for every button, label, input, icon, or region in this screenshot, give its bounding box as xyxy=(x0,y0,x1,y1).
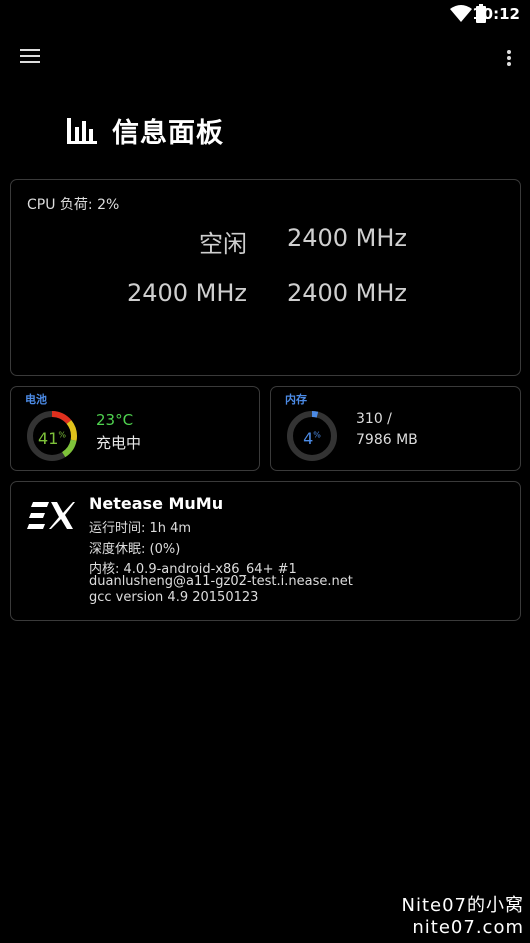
cpu-card[interactable]: CPU 负荷: 2% 空闲 2400 MHz 2400 MHz 2400 MHz xyxy=(10,179,521,376)
memory-total: 7986 MB xyxy=(356,432,418,448)
page-header: 信息面板 xyxy=(66,110,224,150)
deep-sleep-text: 深度休眠: (0%) xyxy=(89,542,181,557)
watermark-line2: nite07.com xyxy=(412,917,524,938)
memory-used: 310 / xyxy=(356,411,392,427)
status-bar: 10:12 xyxy=(0,0,530,30)
cpu-core-0: 空闲 xyxy=(199,230,247,258)
memory-label: 内存 xyxy=(285,393,307,406)
ex-logo-icon xyxy=(27,502,75,529)
menu-icon[interactable] xyxy=(20,47,42,65)
cpu-load-label: CPU 负荷: 2% xyxy=(27,197,120,213)
cpu-core-2: 2400 MHz xyxy=(126,279,247,307)
battery-card[interactable]: 电池 41% 23°C 充电中 xyxy=(10,386,260,471)
more-options-icon[interactable] xyxy=(504,46,514,68)
memory-percent: 4% xyxy=(303,429,321,448)
battery-percent: 41% xyxy=(38,429,66,448)
cpu-core-1: 2400 MHz xyxy=(286,224,407,252)
status-time: 10:12 xyxy=(472,5,520,23)
page-title: 信息面板 xyxy=(112,117,224,149)
bar-chart-icon xyxy=(67,118,97,144)
watermark: Nite07的小窝 nite07.com xyxy=(401,895,524,939)
kernel-builder-text: duanlusheng@a11-gz02-test.i.nease.net xyxy=(89,574,353,589)
gcc-version-text: gcc version 4.9 20150123 xyxy=(89,590,259,605)
system-info-card[interactable]: Netease MuMu 运行时间: 1h 4m 深度休眠: (0%) 内核: … xyxy=(10,481,521,621)
uptime-text: 运行时间: 1h 4m xyxy=(89,521,192,536)
wifi-icon xyxy=(450,5,472,22)
battery-label: 电池 xyxy=(25,393,47,406)
battery-status: 充电中 xyxy=(96,434,142,452)
watermark-line1: Nite07的小窝 xyxy=(401,895,524,916)
cpu-core-3: 2400 MHz xyxy=(286,279,407,307)
memory-card[interactable]: 内存 4% 310 / 7986 MB xyxy=(270,386,521,471)
battery-temperature: 23°C xyxy=(96,411,134,429)
device-name: Netease MuMu xyxy=(89,494,224,513)
